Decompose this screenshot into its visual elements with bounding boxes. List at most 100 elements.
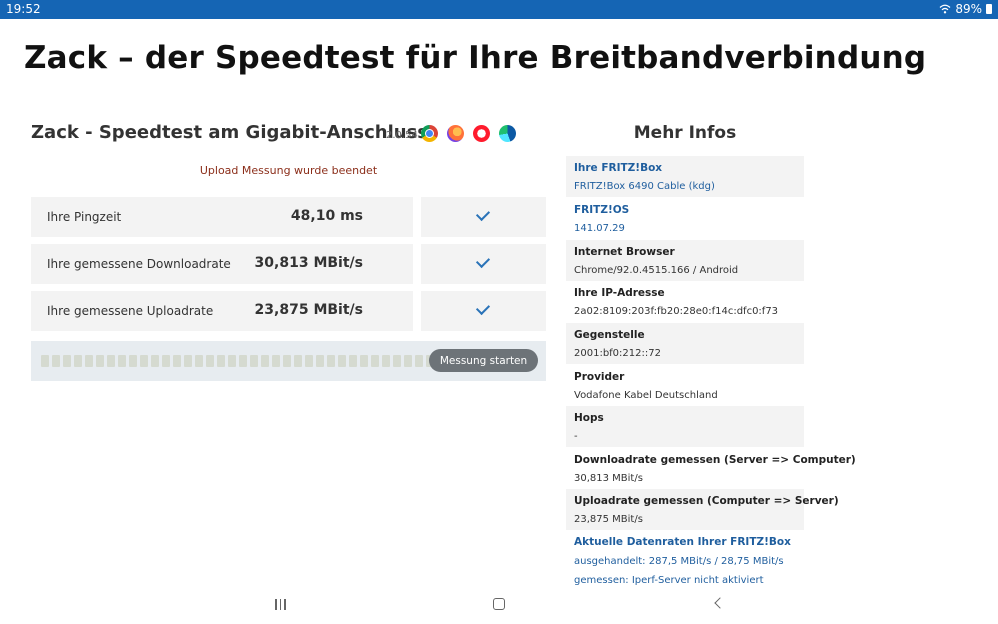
progress-segment xyxy=(261,355,269,367)
progress-segment xyxy=(316,355,324,367)
progress-segment xyxy=(305,355,313,367)
progress-segment xyxy=(250,355,258,367)
info-value: 2a02:8109:203f:fb20:28e0:f14c:dfc0:f73 xyxy=(574,306,779,317)
info-label: Ihre FRITZ!Box xyxy=(574,162,663,174)
info-label: Internet Browser xyxy=(574,246,675,258)
info-value: 2001:bf0:212::72 xyxy=(574,348,661,359)
ping-row: Ihre Pingzeit 48,10 ms xyxy=(31,197,413,237)
info-browser: Internet Browser Chrome/92.0.4515.166 / … xyxy=(566,240,804,281)
progress-segment xyxy=(415,355,423,367)
info-upload-measured: Uploadrate gemessen (Computer => Server)… xyxy=(566,489,839,530)
progress-segment xyxy=(272,355,280,367)
progress-segment xyxy=(96,355,104,367)
home-icon[interactable] xyxy=(493,598,505,610)
progress-segment xyxy=(63,355,71,367)
info-provider: Provider Vodafone Kabel Deutschland xyxy=(566,365,804,406)
upload-check-cell xyxy=(421,291,546,331)
info-value: FRITZ!Box 6490 Cable (kdg) xyxy=(574,181,715,192)
info-ip-address: Ihre IP-Adresse 2a02:8109:203f:fb20:28e0… xyxy=(566,281,804,322)
info-value: Chrome/92.0.4515.166 / Android xyxy=(574,265,739,276)
progress-segment xyxy=(162,355,170,367)
opera-icon xyxy=(473,125,490,142)
progress-segment xyxy=(41,355,49,367)
recent-apps-icon[interactable] xyxy=(275,599,286,610)
progress-segment xyxy=(338,355,346,367)
progress-segment xyxy=(118,355,126,367)
info-hops: Hops - xyxy=(566,406,804,447)
download-label: Ihre gemessene Downloadrate xyxy=(47,257,231,271)
info-value: - xyxy=(574,431,578,442)
checkmark-icon xyxy=(475,300,491,316)
edge-icon xyxy=(499,125,516,142)
progress-segments xyxy=(41,355,434,367)
info-label: Ihre IP-Adresse xyxy=(574,287,665,299)
progress-segment xyxy=(217,355,225,367)
info-value: 141.07.29 xyxy=(574,223,625,234)
info-value: 30,813 MBit/s xyxy=(574,473,643,484)
rates-measured: gemessen: Iperf-Server nicht aktiviert xyxy=(574,575,764,586)
more-info-title: Mehr Infos xyxy=(633,123,737,143)
ping-value: 48,10 ms xyxy=(290,208,363,224)
progress-segment xyxy=(140,355,148,367)
current-rates: Aktuelle Datenraten Ihrer FRITZ!Box ausg… xyxy=(574,535,814,588)
info-fritzos: FRITZ!OS 141.07.29 xyxy=(566,198,804,239)
speedtest-title: Zack - Speedtest am Gigabit-Anschluss xyxy=(31,122,429,143)
download-row: Ihre gemessene Downloadrate 30,813 MBit/… xyxy=(31,244,413,284)
info-download-measured: Downloadrate gemessen (Server => Compute… xyxy=(566,448,856,489)
progress-segment xyxy=(404,355,412,367)
status-right: 89% xyxy=(939,2,992,16)
progress-segment xyxy=(195,355,203,367)
navigation-bar xyxy=(0,590,998,624)
progress-segment xyxy=(327,355,335,367)
progress-segment xyxy=(85,355,93,367)
progress-segment xyxy=(151,355,159,367)
progress-segment xyxy=(184,355,192,367)
browser-icons xyxy=(421,125,516,142)
progress-segment xyxy=(74,355,82,367)
firefox-icon xyxy=(447,125,464,142)
download-value: 30,813 MBit/s xyxy=(254,255,363,271)
ping-label: Ihre Pingzeit xyxy=(47,210,122,224)
rates-negotiated: ausgehandelt: 287,5 MBit/s / 28,75 MBit/… xyxy=(574,556,784,567)
checkmark-icon xyxy=(475,206,491,222)
ping-check-cell xyxy=(421,197,546,237)
info-label: Gegenstelle xyxy=(574,329,645,341)
info-value: Vodafone Kabel Deutschland xyxy=(574,390,718,401)
status-time: 19:52 xyxy=(6,2,41,16)
info-label: Uploadrate gemessen (Computer => Server) xyxy=(574,495,839,507)
status-bar: 19:52 89% xyxy=(0,0,998,19)
info-label: Downloadrate gemessen (Server => Compute… xyxy=(574,454,856,466)
info-value: 23,875 MBit/s xyxy=(574,514,643,525)
page-title: Zack – der Speedtest für Ihre Breitbandv… xyxy=(24,40,927,76)
progress-segment xyxy=(283,355,291,367)
chrome-icon xyxy=(421,125,438,142)
version-label: 2.0.54 xyxy=(386,130,418,141)
progress-segment xyxy=(107,355,115,367)
info-fritzbox: Ihre FRITZ!Box FRITZ!Box 6490 Cable (kdg… xyxy=(566,156,804,197)
progress-segment xyxy=(52,355,60,367)
upload-label: Ihre gemessene Uploadrate xyxy=(47,304,214,318)
progress-segment xyxy=(239,355,247,367)
progress-segment xyxy=(393,355,401,367)
progress-segment xyxy=(371,355,379,367)
progress-segment xyxy=(382,355,390,367)
progress-segment xyxy=(173,355,181,367)
wifi-icon xyxy=(939,4,951,14)
info-label: FRITZ!OS xyxy=(574,204,630,216)
progress-segment xyxy=(360,355,368,367)
upload-row: Ihre gemessene Uploadrate 23,875 MBit/s xyxy=(31,291,413,331)
upload-status-message: Upload Messung wurde beendet xyxy=(199,164,378,177)
info-label: Hops xyxy=(574,412,604,424)
progress-segment xyxy=(228,355,236,367)
back-icon[interactable] xyxy=(714,597,726,609)
download-check-cell xyxy=(421,244,546,284)
progress-segment xyxy=(129,355,137,367)
upload-value: 23,875 MBit/s xyxy=(254,302,363,318)
progress-segment xyxy=(349,355,357,367)
battery-percent: 89% xyxy=(955,2,982,16)
info-label: Provider xyxy=(574,371,625,383)
start-measurement-button[interactable]: Messung starten xyxy=(429,349,538,372)
battery-icon xyxy=(986,4,992,14)
rates-label: Aktuelle Datenraten Ihrer FRITZ!Box xyxy=(574,536,791,548)
progress-segment xyxy=(294,355,302,367)
